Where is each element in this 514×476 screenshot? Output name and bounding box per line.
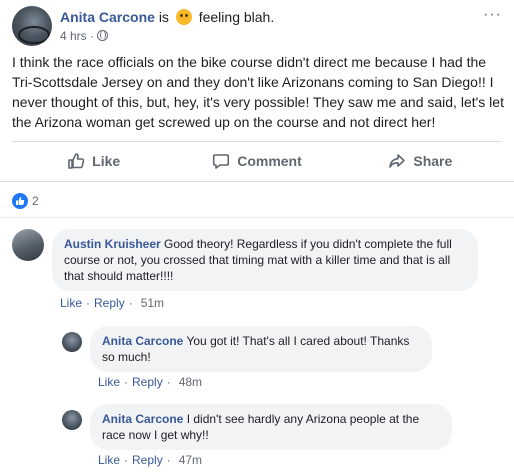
post-timestamp[interactable]: 4 hrs <box>60 29 87 43</box>
comment-like-link[interactable]: Like <box>98 453 120 467</box>
more-options-icon[interactable]: ··· <box>483 6 502 24</box>
like-button[interactable]: Like <box>12 142 175 180</box>
comment-bubble: Anita Carcone You got it! That's all I c… <box>90 326 432 372</box>
comment-reply-link[interactable]: Reply <box>132 453 163 467</box>
comment-actions: Like · Reply · 51m <box>60 296 164 310</box>
commenter-avatar[interactable] <box>62 332 82 352</box>
reply-comment: Anita Carcone I didn't see hardly any Ar… <box>62 404 502 468</box>
comment-bubble: Anita Carcone I didn't see hardly any Ar… <box>90 404 452 450</box>
commenter-avatar[interactable] <box>12 229 44 261</box>
globe-icon[interactable] <box>97 30 109 41</box>
action-bar: Like Comment Share <box>12 142 502 180</box>
is-text: is <box>158 9 169 25</box>
thumbs-up-icon <box>68 153 85 169</box>
commenter-name[interactable]: Anita Carcone <box>102 412 183 426</box>
share-icon <box>389 154 406 168</box>
action-separator: · <box>124 453 129 467</box>
comment-timestamp[interactable]: 47m <box>179 453 202 467</box>
comment-timestamp[interactable]: 48m <box>179 375 202 389</box>
share-label: Share <box>413 153 453 169</box>
author-line: Anita Carcone is feeling blah. <box>60 8 274 26</box>
comment: Austin Kruisheer Good theory! Regardless… <box>12 229 502 310</box>
comment-icon <box>213 154 230 169</box>
sad-face-emoji-icon <box>175 9 192 25</box>
comment-actions: Like · Reply · 48m <box>98 375 202 389</box>
action-separator: · <box>124 375 129 389</box>
action-separator: · <box>166 453 171 467</box>
divider <box>0 217 514 218</box>
comment-reply-link[interactable]: Reply <box>94 296 125 310</box>
post-header: Anita Carcone is feeling blah. 4 hrs · ·… <box>12 6 502 46</box>
action-separator: · <box>166 375 171 389</box>
like-label: Like <box>92 153 121 169</box>
comment-timestamp[interactable]: 51m <box>141 296 164 310</box>
feeling-text: feeling blah. <box>198 9 275 25</box>
divider <box>0 181 514 182</box>
reaction-count: 2 <box>32 194 39 208</box>
action-separator: · <box>86 296 91 310</box>
author-name[interactable]: Anita Carcone <box>60 9 155 25</box>
comment-like-link[interactable]: Like <box>98 375 120 389</box>
comment-actions: Like · Reply · 47m <box>98 453 202 467</box>
action-separator: · <box>128 296 133 310</box>
reaction-summary[interactable]: 2 <box>12 192 39 210</box>
comment-reply-link[interactable]: Reply <box>132 375 163 389</box>
like-reaction-icon <box>12 193 28 209</box>
meta-separator: · <box>90 29 95 43</box>
share-button[interactable]: Share <box>339 142 502 180</box>
post-body: I think the race officials on the bike c… <box>12 54 504 130</box>
comment-like-link[interactable]: Like <box>60 296 82 310</box>
comment-button[interactable]: Comment <box>175 142 338 180</box>
comment-label: Comment <box>237 153 302 169</box>
commenter-name[interactable]: Anita Carcone <box>102 334 183 348</box>
post-meta: 4 hrs · <box>60 28 109 44</box>
commenter-avatar[interactable] <box>62 410 82 430</box>
reply-comment: Anita Carcone You got it! That's all I c… <box>62 326 502 390</box>
commenter-name[interactable]: Austin Kruisheer <box>64 237 161 251</box>
author-avatar[interactable] <box>12 6 52 46</box>
comment-bubble: Austin Kruisheer Good theory! Regardless… <box>52 229 478 291</box>
